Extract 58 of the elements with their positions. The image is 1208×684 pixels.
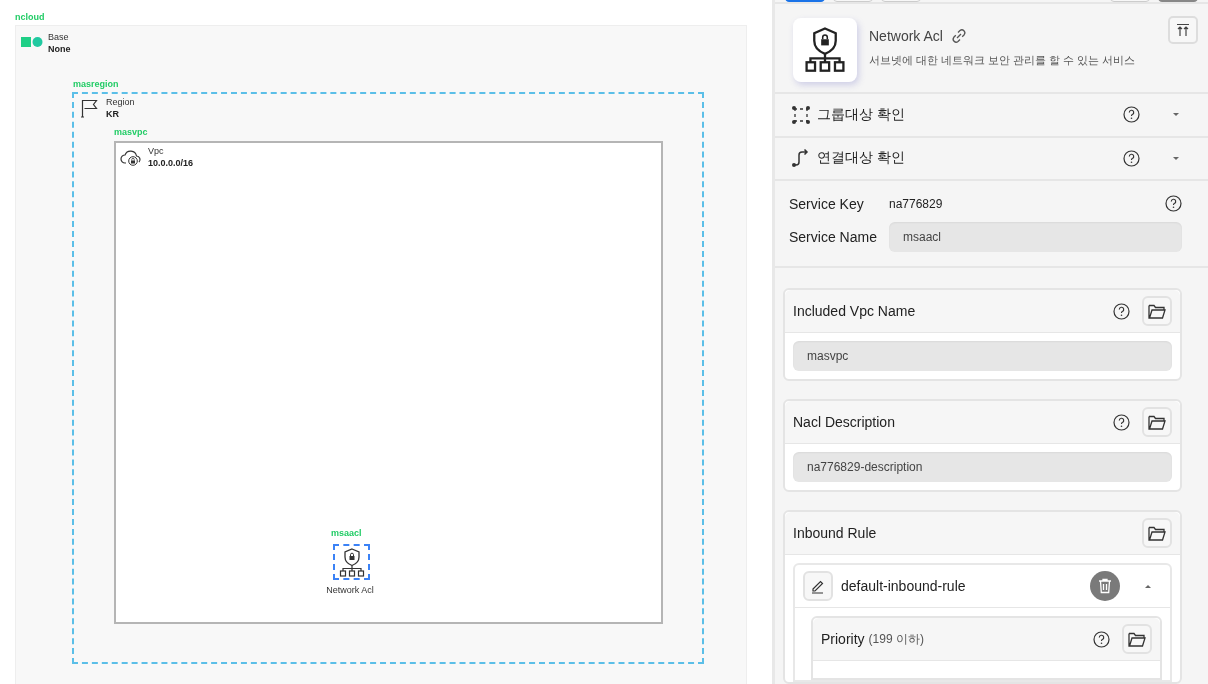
folder-icon xyxy=(1148,525,1166,541)
caret-icon[interactable] xyxy=(1172,155,1180,161)
field-label: Priority xyxy=(821,631,865,647)
group-icon xyxy=(791,104,811,125)
folder-icon xyxy=(1148,303,1166,319)
trash-icon xyxy=(1098,578,1112,594)
logo-icon xyxy=(21,36,43,48)
node-value: None xyxy=(48,44,71,55)
section-header[interactable]: 그룹대상 확인 xyxy=(775,94,1208,138)
field-label: Included Vpc Name xyxy=(793,303,916,319)
pencil-icon xyxy=(810,578,826,594)
group-label: masvpc xyxy=(114,127,148,138)
node-label: msaacl xyxy=(331,528,362,539)
service-description: 서브넷에 대한 네트워크 보안 관리를 할 수 있는 서비스 xyxy=(869,53,1136,68)
link-icon[interactable] xyxy=(950,28,967,44)
folder-button[interactable] xyxy=(1142,296,1172,326)
folder-button[interactable] xyxy=(1142,407,1172,437)
node-title: Region xyxy=(106,97,135,108)
service-title: Network Acl xyxy=(869,28,943,44)
field-hint: (199 이하) xyxy=(868,630,924,648)
flag-icon xyxy=(81,99,98,118)
network-acl-node[interactable] xyxy=(333,544,370,580)
help-icon[interactable] xyxy=(1123,149,1140,167)
help-icon[interactable] xyxy=(1093,630,1110,648)
field-label: Service Key xyxy=(789,195,865,212)
node-value: KR xyxy=(106,109,119,120)
help-icon[interactable] xyxy=(1113,302,1130,320)
rule-name: default-inbound-rule xyxy=(841,578,966,594)
folder-button[interactable] xyxy=(1122,624,1152,654)
node-title: Vpc xyxy=(148,146,164,157)
network-acl-icon xyxy=(793,18,857,82)
folder-icon xyxy=(1148,414,1166,430)
caret-icon[interactable] xyxy=(1144,583,1152,589)
collapse-all-button[interactable] xyxy=(1168,16,1198,44)
section-header[interactable]: 연결대상 확인 xyxy=(775,137,1208,181)
field-label: Nacl Description xyxy=(793,414,895,430)
help-icon[interactable] xyxy=(1165,195,1182,212)
cloud-lock-icon xyxy=(120,149,142,166)
service-name-field[interactable]: msaacl xyxy=(889,222,1182,252)
connector-icon xyxy=(791,148,811,169)
text-field[interactable]: na776829-description xyxy=(793,452,1172,482)
help-icon[interactable] xyxy=(1123,106,1140,124)
node-caption: Network Acl xyxy=(325,585,375,595)
text-field[interactable]: masvpc xyxy=(793,341,1172,371)
group-label: ncloud xyxy=(15,12,45,23)
edit-button[interactable] xyxy=(803,571,833,601)
service-key-value: na776829 xyxy=(889,196,943,211)
folder-button[interactable] xyxy=(1142,518,1172,548)
folder-icon xyxy=(1128,631,1146,647)
field-label: Inbound Rule xyxy=(793,525,877,541)
node-value: 10.0.0.0/16 xyxy=(148,158,194,169)
caret-icon[interactable] xyxy=(1172,112,1180,118)
delete-button[interactable] xyxy=(1090,571,1120,601)
arrows-up-icon xyxy=(1176,23,1190,37)
help-icon[interactable] xyxy=(1113,413,1130,431)
field-label: Service Name xyxy=(789,229,878,245)
node-title: Base xyxy=(48,32,69,43)
group-label: masregion xyxy=(73,79,119,90)
